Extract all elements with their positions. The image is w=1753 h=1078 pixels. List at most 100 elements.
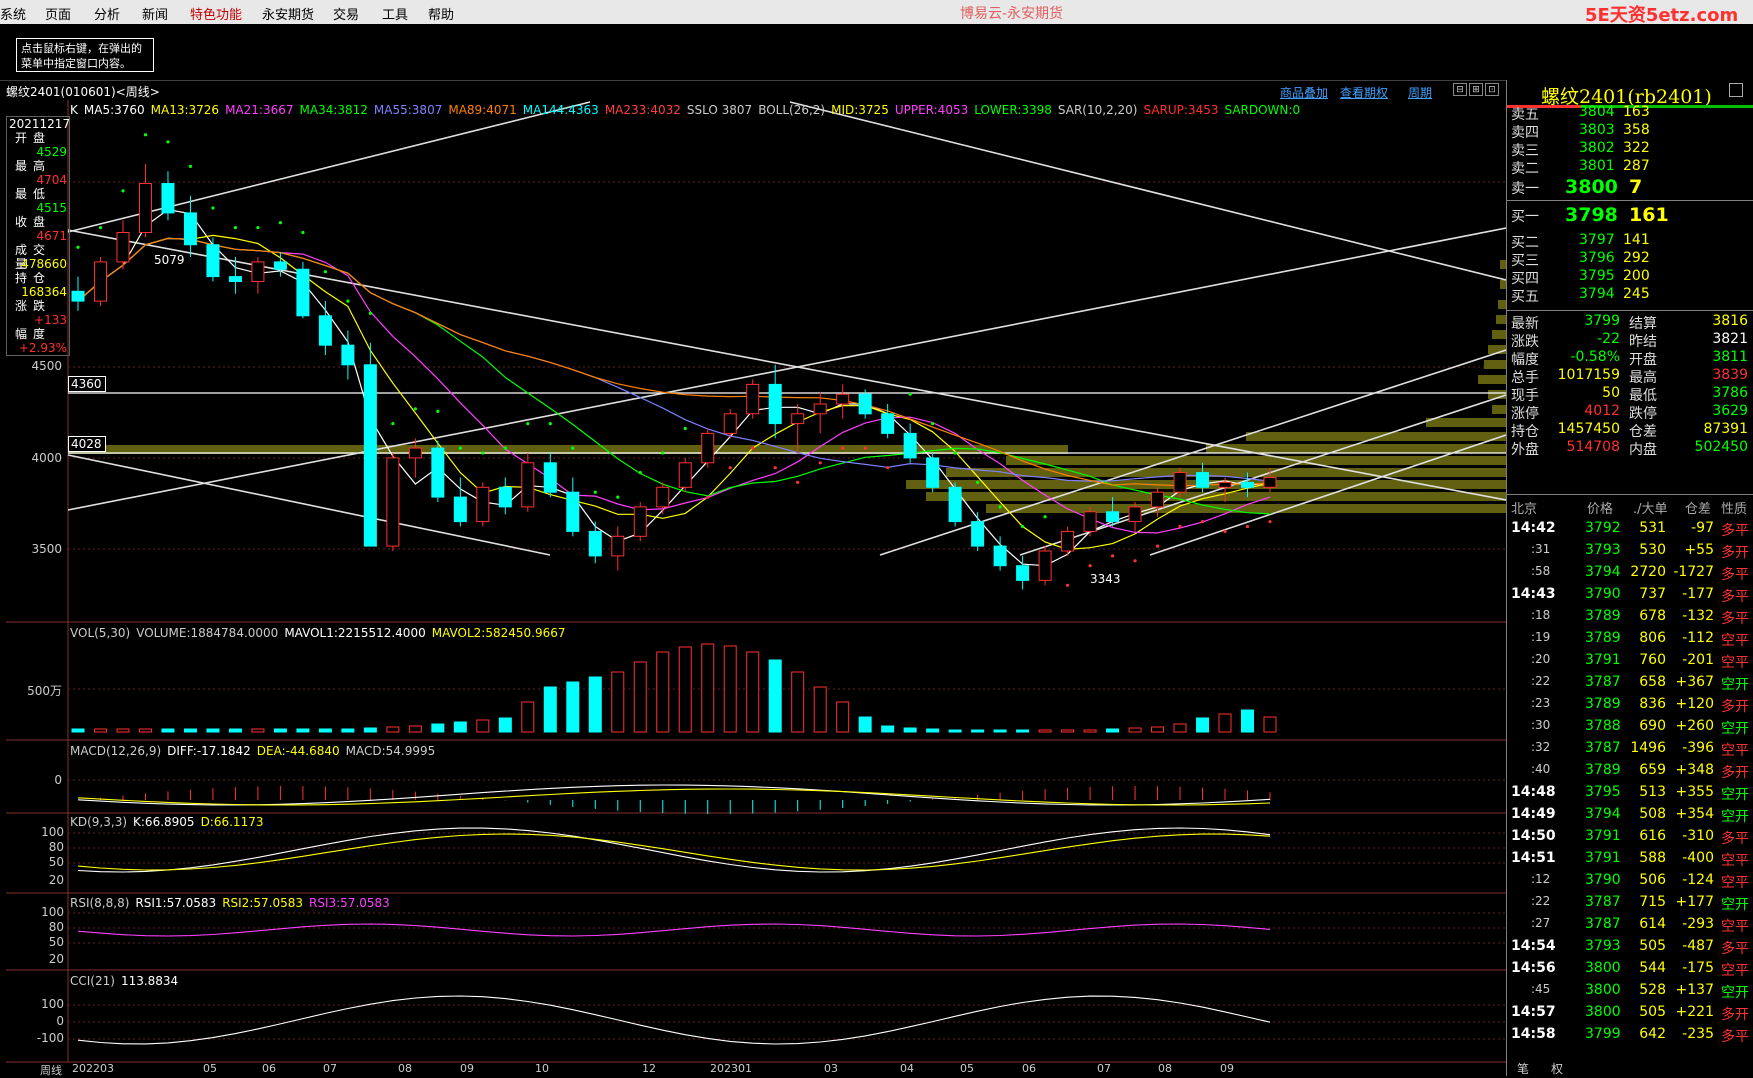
tick-row[interactable]: :40 3789 659 +348 多开 [1507,760,1753,782]
volume-bar [1241,709,1255,733]
profile-bar [946,468,1506,477]
tick-row[interactable]: :20 3791 760 -201 空平 [1507,650,1753,672]
tab-ticks[interactable]: 笔 [1517,1060,1529,1077]
tick-volume: 531 [1639,520,1666,536]
volume-bar [116,728,130,733]
tick-row[interactable]: 14:58 3799 642 -235 多平 [1507,1024,1753,1046]
tick-row[interactable]: 14:54 3793 505 -487 多平 [1507,936,1753,958]
menu-item-help[interactable]: 帮助 [428,4,454,23]
site-logo: 5E天资5etz.com [1585,5,1739,26]
stat-row: 现手 50 最低 3786 [1507,384,1753,404]
bid-label: 买五 [1511,289,1539,305]
sar-dot [593,490,597,494]
tick-row[interactable]: :18 3789 678 -132 多平 [1507,606,1753,628]
candle-body [228,276,242,283]
tick-price: 3800 [1585,1004,1621,1020]
menu-item-yongan[interactable]: 永安期货 [262,4,314,23]
tick-row[interactable]: :27 3787 614 -293 空平 [1507,914,1753,936]
sar-dot [548,422,552,426]
overlay-link[interactable]: 商品叠加 [1280,84,1328,101]
volume-bar [1038,729,1052,733]
menu-item-trade[interactable]: 交易 [333,4,359,23]
tick-nature: 空开 [1721,809,1749,825]
tick-row[interactable]: :19 3789 806 -112 空平 [1507,628,1753,650]
bid-price: 3794 [1579,286,1615,302]
profile-bar [1496,315,1506,324]
rsi-item: RSI3:57.0583 [308,896,390,910]
tick-row[interactable]: 14:56 3800 544 -175 空平 [1507,958,1753,980]
tick-row[interactable]: :45 3800 528 +137 空开 [1507,980,1753,1002]
volume-bar [1016,729,1030,733]
tick-row[interactable]: :32 3787 1496 -396 空平 [1507,738,1753,760]
bid-row[interactable]: 买四 3795 200 [1507,266,1753,287]
tick-row[interactable]: 14:43 3790 737 -177 多平 [1507,584,1753,606]
volume-bar [723,645,737,733]
volume-bar [768,659,782,733]
ask-row[interactable]: 卖二 3801 287 [1507,156,1753,177]
menu-item-page[interactable]: 页面 [45,4,71,23]
tick-row[interactable]: :58 3794 2720 -1727 多平 [1507,562,1753,584]
ask-row[interactable]: 卖三 3802 322 [1507,138,1753,159]
zoom-in-button[interactable]: ⊞ [1469,83,1483,96]
stat-value: 3786 [1712,385,1748,401]
tab-rights[interactable]: 权 [1551,1060,1563,1077]
tick-row[interactable]: :22 3787 658 +367 空开 [1507,672,1753,694]
sar-dot [301,230,305,235]
sar-dot [98,226,103,230]
candle-body [431,447,445,498]
menu-item-tools[interactable]: 工具 [382,4,408,23]
cci-item: 113.8834 [120,974,179,988]
candle-body [1038,550,1052,581]
bid-row[interactable]: 买一 3798 161 [1507,204,1753,226]
tick-row[interactable]: 14:49 3794 508 +354 空开 [1507,804,1753,826]
sar-dot [616,495,620,499]
menu-item-system[interactable]: 系统 [0,4,26,23]
candles [71,164,1277,590]
bid-row[interactable]: 买三 3796 292 [1507,248,1753,269]
tick-row[interactable]: 14:42 3792 531 -97 多平 [1507,518,1753,540]
tick-nature: 多开 [1721,545,1749,561]
menu-item-analysis[interactable]: 分析 [94,4,120,23]
menu-item-news[interactable]: 新闻 [142,4,168,23]
volume-bar [296,728,310,733]
tick-row[interactable]: 14:51 3791 588 -400 空平 [1507,848,1753,870]
sar-dot [1178,524,1182,529]
volume-bar [273,728,287,733]
tick-row[interactable]: :30 3788 690 +260 空开 [1507,716,1753,738]
sar-dot [728,466,732,470]
sar-dot [863,446,867,450]
book-divider [1507,200,1753,201]
tick-row[interactable]: 14:48 3795 513 +355 空开 [1507,782,1753,804]
candle-body [948,486,962,523]
bid-row[interactable]: 买二 3797 141 [1507,230,1753,251]
tick-row[interactable]: :31 3793 530 +55 多开 [1507,540,1753,562]
fit-button[interactable]: ⊡ [1485,83,1499,96]
tick-price: 3799 [1585,1026,1621,1042]
menu-item-features[interactable]: 特色功能 [190,4,242,23]
period-link[interactable]: 周期 [1408,84,1432,101]
window-icon[interactable] [1729,83,1743,97]
tick-time: :18 [1531,608,1551,622]
chart-canvas[interactable] [0,100,1506,1076]
options-link[interactable]: 查看期权 [1340,84,1388,101]
tick-row[interactable]: :22 3787 715 +177 空开 [1507,892,1753,914]
bid-row[interactable]: 买五 3794 245 [1507,284,1753,305]
tick-row[interactable]: :12 3790 506 -124 空平 [1507,870,1753,892]
zoom-out-button[interactable]: ⊟ [1453,83,1467,96]
tick-volume: 806 [1639,630,1666,646]
ask-row[interactable]: 卖一 3800 7 [1507,176,1753,198]
stat-value: 3821 [1712,331,1748,347]
tick-time: :22 [1531,674,1551,688]
ask-row[interactable]: 卖五 3804 163 [1507,102,1753,123]
volume-bar [791,671,805,733]
tick-row[interactable]: 14:50 3791 616 -310 多平 [1507,826,1753,848]
tick-oi-change: -124 [1682,872,1714,888]
ask-row[interactable]: 卖四 3803 358 [1507,120,1753,141]
stat-value: 1017159 [1557,367,1620,383]
grid-lines [68,181,1506,1040]
tick-time: :19 [1531,630,1551,644]
tick-row[interactable]: :23 3789 836 +120 多开 [1507,694,1753,716]
tick-row[interactable]: 14:57 3800 505 +221 多开 [1507,1002,1753,1024]
bid-price: 3797 [1579,232,1615,248]
volume-bar [1263,716,1277,733]
